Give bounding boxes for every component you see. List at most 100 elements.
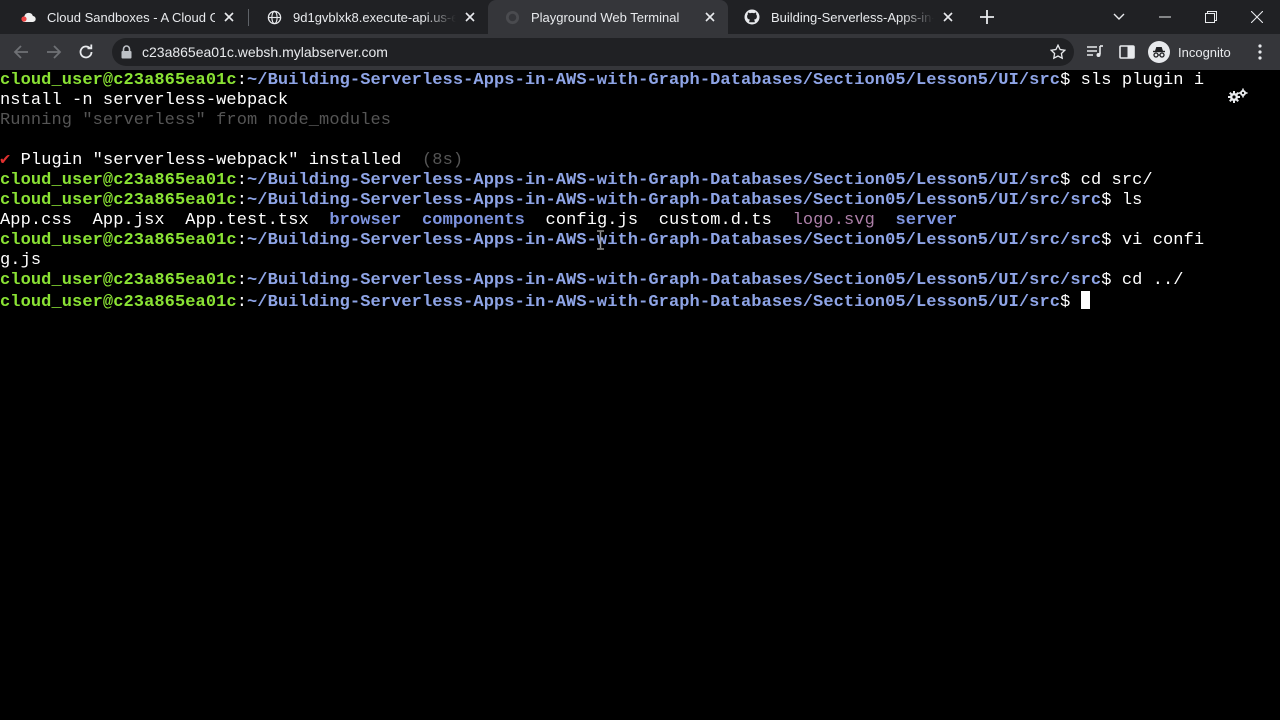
ls-entry: App.jsx [92,211,165,230]
plus-icon [980,10,994,24]
tab-cloud-sandboxes[interactable]: Cloud Sandboxes - A Cloud Guru [4,0,247,34]
media-control-button[interactable] [1084,41,1106,63]
ls-entry: App.test.tsx [185,211,309,230]
incognito-indicator[interactable]: Incognito [1148,41,1231,63]
prompt-path: ~/Building-Serverless-Apps-in-AWS-with-G… [247,71,1061,90]
tab-separator [248,9,249,26]
command-text: vi confi [1111,231,1205,250]
queue-music-icon [1087,45,1103,57]
forward-button[interactable] [43,41,65,63]
close-icon[interactable] [702,9,718,25]
prompt-dollar: $ [1101,191,1112,210]
prompt-user: cloud_user@c23a865ea01c [0,171,237,190]
command-text: nstall -n serverless-webpack [0,91,289,110]
prompt-user: cloud_user@c23a865ea01c [0,293,237,312]
side-panel-button[interactable] [1116,41,1138,63]
prompt-user: cloud_user@c23a865ea01c [0,71,237,90]
terminal-line: cloud_user@c23a865ea01c:~/Building-Serve… [0,171,1153,190]
prompt-dollar: $ [1060,71,1071,90]
command-text: sls plugin i [1070,71,1205,90]
reload-icon [79,44,93,59]
new-tab-button[interactable] [977,7,997,27]
ls-entry-image: logo.svg [792,211,875,230]
restore-button[interactable] [1199,5,1223,29]
prompt-dollar: $ [1101,271,1112,290]
menu-button[interactable] [1249,41,1271,63]
terminal-line: ✔ Plugin "serverless-webpack" installed … [0,151,1204,171]
settings-gear-icon[interactable] [1227,88,1249,109]
address-bar[interactable]: c23a865ea01c.websh.mylabserver.com [112,38,1074,66]
side-panel-icon [1119,45,1135,59]
prompt-dollar: $ [1060,171,1071,190]
tab-title: Playground Web Terminal [531,9,680,25]
prompt-user: cloud_user@c23a865ea01c [0,231,237,250]
url-text[interactable]: c23a865ea01c.websh.mylabserver.com [142,44,388,60]
incognito-label: Incognito [1178,44,1231,60]
terminal-viewport[interactable]: cloud_user@c23a865ea01c:~/Building-Serve… [0,70,1280,720]
chevron-down-icon [1113,13,1125,20]
prompt-path: ~/Building-Serverless-Apps-in-AWS-with-G… [247,231,1102,250]
ls-entry: App.css [0,211,73,230]
terminal-cursor[interactable] [1080,291,1090,309]
prompt-user: cloud_user@c23a865ea01c [0,191,237,210]
terminal-line: cloud_user@c23a865ea01c:~/Building-Serve… [0,191,1143,210]
cloud-icon [20,9,36,25]
terminal-line: cloud_user@c23a865ea01c:~/Building-Serve… [0,71,1205,90]
command-text: cd ../ [1111,271,1184,290]
tab-title: 9d1gvblxk8.execute-api.us-east-1 [293,9,456,25]
terminal-line: Running "serverless" from node_modules [0,111,1204,131]
terminal-line: cloud_user@c23a865ea01c:~/Building-Serve… [0,271,1184,290]
terminal-output: cloud_user@c23a865ea01c:~/Building-Serve… [0,71,1205,312]
restore-icon [1205,11,1217,23]
prompt-dollar: $ [1060,293,1071,312]
close-window-button[interactable] [1245,5,1269,29]
prompt-path: ~/Building-Serverless-Apps-in-AWS-with-G… [247,191,1102,210]
close-icon[interactable] [221,9,237,25]
lock-icon[interactable] [121,45,132,64]
close-icon[interactable] [940,9,956,25]
command-text: g.js [0,251,42,270]
tab-execute-api[interactable]: 9d1gvblxk8.execute-api.us-east-1 [250,0,488,34]
reload-button[interactable] [75,41,97,63]
command-text: cd src/ [1070,171,1153,190]
terminal-line: nstall -n serverless-webpack [0,91,1204,111]
close-icon[interactable] [462,9,478,25]
incognito-icon [1148,41,1170,63]
more-vert-icon [1258,44,1262,60]
prompt-path: ~/Building-Serverless-Apps-in-AWS-with-G… [247,271,1102,290]
back-button[interactable] [10,41,32,63]
terminal-icon [504,9,520,25]
tab-playground-terminal[interactable]: Playground Web Terminal [488,0,728,34]
terminal-line: App.css App.jsx App.test.tsx browser com… [0,211,1204,231]
prompt-user: cloud_user@c23a865ea01c [0,271,237,290]
minimize-button[interactable] [1153,5,1177,29]
output-text: Plugin "serverless-webpack" installed [10,151,402,170]
prompt-path: ~/Building-Serverless-Apps-in-AWS-with-G… [247,171,1061,190]
ls-entry-dir: components [422,211,525,230]
ls-entry: custom.d.ts [658,211,772,230]
bookmark-star-icon[interactable] [1049,43,1067,65]
browser-toolbar: c23a865ea01c.websh.mylabserver.com [0,34,1280,70]
tab-title: Building-Serverless-Apps-in-AWS [771,9,934,25]
arrow-left-icon [13,45,28,59]
globe-icon [266,9,282,25]
check-icon: ✔ [0,151,11,170]
prompt-path: ~/Building-Serverless-Apps-in-AWS-with-G… [247,293,1061,312]
tab-strip: Cloud Sandboxes - A Cloud Guru 9d1gvblxk… [0,0,1280,34]
ls-entry-dir: server [895,211,958,230]
ls-entry: config.js [545,211,639,230]
arrow-right-icon [47,45,62,59]
prompt-dollar: $ [1101,231,1112,250]
close-icon [1251,11,1263,23]
output-text: Running "serverless" from node_modules [0,111,392,130]
command-text: ls [1111,191,1143,210]
ls-entry-dir: browser [329,211,402,230]
tab-github-repo[interactable]: Building-Serverless-Apps-in-AWS [728,0,966,34]
terminal-line: cloud_user@c23a865ea01c:~/Building-Serve… [0,291,1204,312]
minimize-icon [1159,16,1171,18]
text-cursor-icon [596,230,605,255]
tab-search-button[interactable] [1107,5,1131,29]
duration-text: (8s) [401,151,464,170]
tab-title: Cloud Sandboxes - A Cloud Guru [47,9,215,25]
